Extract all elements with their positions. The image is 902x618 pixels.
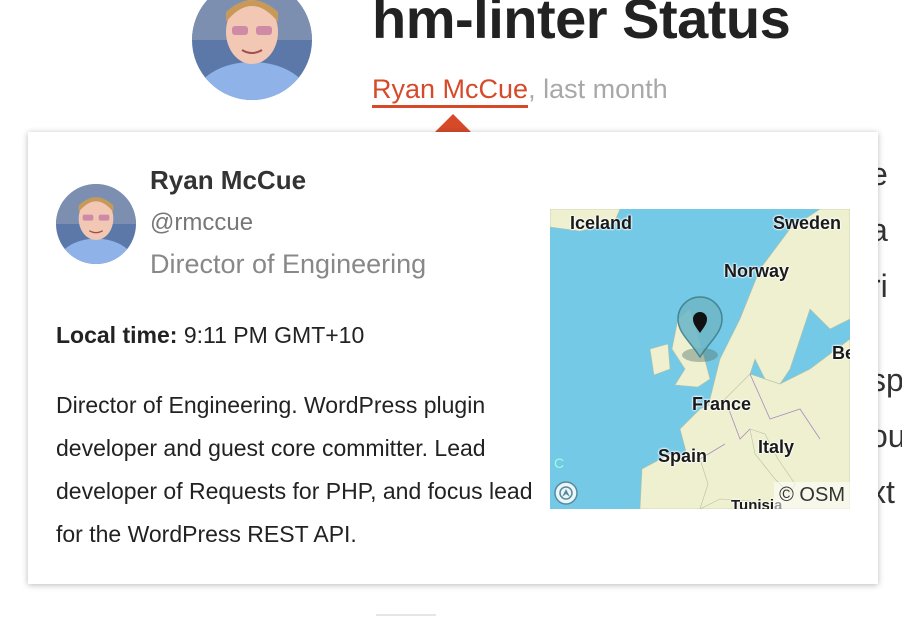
- popover-role: Director of Engineering: [150, 249, 427, 279]
- author-avatar[interactable]: [192, 0, 312, 100]
- compass-icon[interactable]: [554, 481, 578, 505]
- local-time-label: Local time:: [56, 322, 178, 348]
- popover-name: Ryan McCue: [150, 165, 307, 195]
- map-label-iceland: Iceland: [570, 213, 633, 233]
- meta-separator: ,: [528, 74, 536, 104]
- post-meta: Ryan McCue, last month: [372, 74, 668, 108]
- location-map[interactable]: Iceland Sweden Norway Be France Spain It…: [550, 209, 850, 509]
- popover-avatar-image: [56, 184, 136, 264]
- map-label-c: C: [554, 455, 565, 471]
- author-link[interactable]: Ryan McCue: [372, 74, 529, 108]
- author-avatar-image: [192, 0, 312, 100]
- local-time-value: 9:11 PM GMT+10: [183, 322, 365, 348]
- popover-arrow: [434, 114, 472, 133]
- map-label-spain: Spain: [658, 446, 708, 466]
- popover-bio: Director of Engineering. WordPress plugi…: [56, 392, 533, 547]
- map-label-sweden: Sweden: [773, 213, 842, 233]
- popover-avatar: [56, 184, 136, 264]
- page-title: hm-linter Status: [372, 0, 791, 50]
- map-attribution[interactable]: © OSM: [774, 482, 850, 509]
- local-time: Local time: 9:11 PM GMT+10: [56, 322, 364, 349]
- profile-popover: Ryan McCue @rmccue Director of Engineeri…: [28, 132, 878, 584]
- post-date: last month: [543, 74, 668, 104]
- map-label-norway: Norway: [724, 261, 790, 281]
- divider: [376, 614, 436, 616]
- map-label-be: Be: [832, 343, 850, 363]
- map-label-france: France: [692, 394, 752, 414]
- map-label-italy: Italy: [758, 437, 795, 457]
- popover-handle: @rmccue: [150, 209, 254, 236]
